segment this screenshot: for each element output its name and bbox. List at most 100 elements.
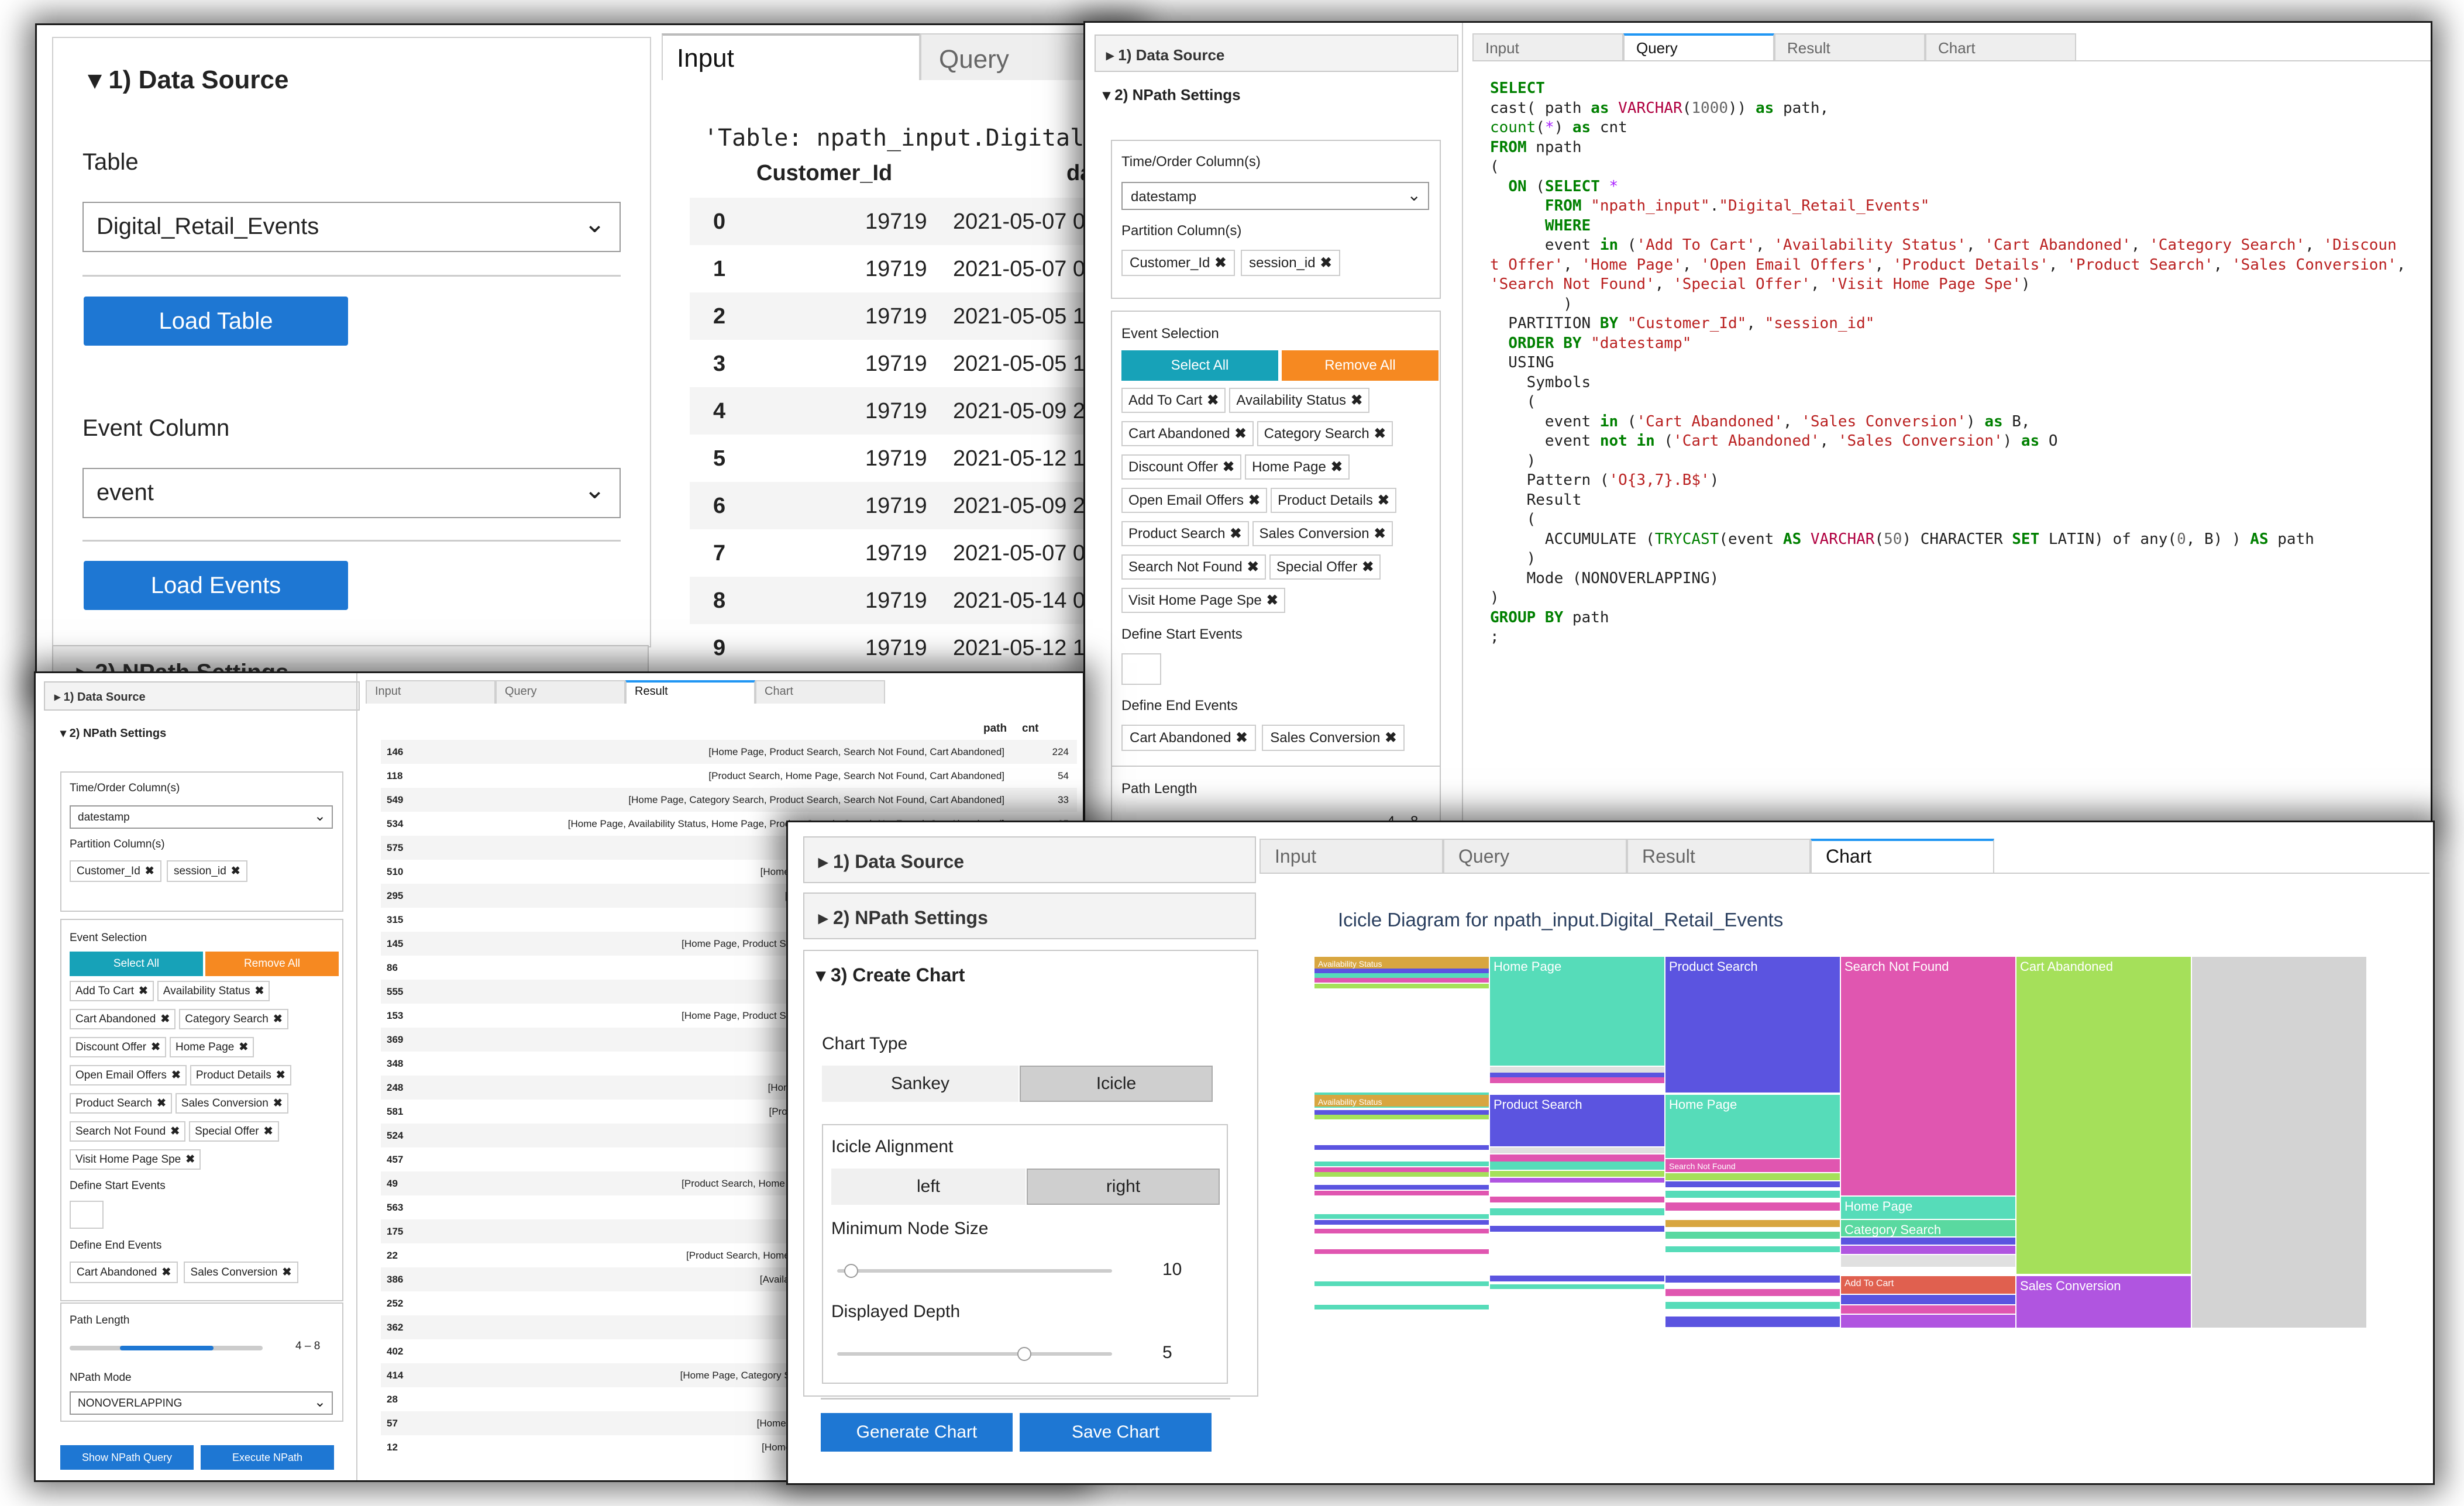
end-event-chip[interactable]: Cart Abandoned ✖ — [70, 1262, 178, 1283]
end-event-chip[interactable]: Sales Conversion ✖ — [1262, 725, 1405, 751]
icicle-node[interactable] — [1314, 1305, 1489, 1309]
icicle-node-home-page[interactable]: Home Page — [1841, 1197, 2015, 1219]
icicle-node-availability-status[interactable]: Availability Status — [1314, 957, 1489, 969]
icicle-node[interactable] — [1490, 1162, 1664, 1170]
tab-input[interactable]: Input — [662, 33, 920, 80]
tab-input[interactable]: Input — [1259, 839, 1443, 873]
npath-settings-header-collapsed[interactable]: ▸ 2) NPath Settings — [803, 892, 1256, 939]
icicle-node[interactable] — [1841, 1238, 2015, 1245]
icicle-node-home-page[interactable]: Home Page — [1490, 957, 1664, 1066]
tab-chart[interactable]: Chart — [755, 680, 885, 704]
icicle-node[interactable] — [1314, 1229, 1489, 1233]
icicle-node[interactable] — [1841, 1315, 2015, 1328]
end-event-chip[interactable]: Sales Conversion ✖ — [183, 1262, 299, 1283]
event-chip[interactable]: Discount Offer ✖ — [70, 1037, 167, 1057]
generate-chart-button[interactable]: Generate Chart — [821, 1413, 1013, 1452]
min-node-size-track[interactable] — [837, 1269, 1112, 1273]
event-chip[interactable]: Home Page ✖ — [1245, 454, 1350, 480]
tab-input[interactable]: Input — [366, 680, 495, 704]
icicle-node[interactable] — [1490, 1178, 1664, 1183]
remove-all-button[interactable]: Remove All — [1282, 350, 1439, 381]
icicle-node[interactable] — [1314, 1191, 1489, 1195]
event-chip[interactable]: Cart Abandoned ✖ — [1121, 421, 1254, 446]
remove-all-button[interactable]: Remove All — [205, 952, 339, 976]
icicle-node-product-search[interactable]: Product Search — [1490, 1095, 1664, 1146]
close-icon[interactable]: ✖ — [276, 1069, 285, 1081]
close-icon[interactable]: ✖ — [1230, 526, 1241, 542]
min-node-size-handle[interactable] — [844, 1264, 858, 1278]
close-icon[interactable]: ✖ — [1236, 730, 1247, 746]
close-icon[interactable]: ✖ — [239, 1041, 248, 1053]
icicle-node[interactable] — [1841, 1305, 2015, 1314]
event-chip[interactable]: Product Search ✖ — [1121, 521, 1249, 546]
event-chip[interactable]: Home Page ✖ — [170, 1037, 254, 1057]
close-icon[interactable]: ✖ — [1247, 559, 1259, 575]
event-chip[interactable]: Visit Home Page Spe ✖ — [1121, 588, 1285, 613]
start-events-input[interactable] — [70, 1201, 104, 1229]
close-icon[interactable]: ✖ — [1234, 426, 1246, 442]
icicle-node[interactable] — [1665, 1173, 1840, 1180]
event-chip[interactable]: Add To Cart ✖ — [1121, 388, 1226, 413]
icicle-node[interactable] — [1841, 1255, 2015, 1267]
icicle-node-category-search[interactable]: Category Search — [1841, 1220, 2015, 1236]
close-icon[interactable]: ✖ — [1362, 559, 1374, 575]
icicle-node[interactable] — [1314, 1110, 1489, 1115]
close-icon[interactable]: ✖ — [1214, 255, 1226, 271]
event-column-select[interactable]: event ⌄ — [82, 468, 621, 518]
close-icon[interactable]: ✖ — [1378, 492, 1389, 508]
icicle-node[interactable] — [1314, 1145, 1489, 1150]
data-source-header-collapsed[interactable]: ▸ 1) Data Source — [1095, 35, 1458, 72]
icicle-node[interactable] — [1665, 1317, 1840, 1327]
icicle-node-home-page[interactable]: Home Page — [1665, 1095, 1840, 1158]
close-icon[interactable]: ✖ — [1385, 730, 1396, 746]
close-icon[interactable]: ✖ — [1374, 426, 1386, 442]
event-chip[interactable]: Search Not Found ✖ — [70, 1121, 186, 1142]
close-icon[interactable]: ✖ — [139, 985, 148, 997]
table-select[interactable]: Digital_Retail_Events ⌄ — [82, 202, 621, 252]
execute-npath-button[interactable]: Execute NPath — [201, 1445, 334, 1470]
icicle-node[interactable] — [1665, 1181, 1840, 1187]
alignment-right[interactable]: right — [1027, 1169, 1220, 1205]
time-order-select[interactable]: datestamp ⌄ — [70, 805, 333, 829]
icicle-node-product-search[interactable]: Product Search — [1665, 957, 1840, 1093]
tab-result[interactable]: Result — [1627, 839, 1811, 873]
partition-chip[interactable]: Customer_Id ✖ — [70, 860, 161, 882]
icicle-node[interactable] — [1314, 1115, 1489, 1119]
close-icon[interactable]: ✖ — [160, 1013, 170, 1025]
data-source-header-collapsed[interactable]: ▸ 1) Data Source — [44, 681, 360, 711]
event-chip[interactable]: Special Offer ✖ — [1269, 554, 1381, 580]
tab-query[interactable]: Query — [495, 680, 625, 704]
close-icon[interactable]: ✖ — [1223, 459, 1234, 475]
icicle-node[interactable] — [1490, 1276, 1664, 1281]
icicle-node[interactable] — [1841, 1295, 2015, 1304]
close-icon[interactable]: ✖ — [264, 1125, 273, 1138]
event-chip[interactable]: Special Offer ✖ — [189, 1121, 279, 1142]
event-chip[interactable]: Category Search ✖ — [179, 1009, 288, 1029]
event-chip[interactable]: Availability Status ✖ — [157, 981, 270, 1001]
create-chart-header[interactable]: ▾ 3) Create Chart — [816, 964, 965, 986]
alignment-left[interactable]: left — [831, 1169, 1025, 1205]
npath-settings-header[interactable]: ▾ 2) NPath Settings — [60, 726, 166, 740]
icicle-node-search-not-found[interactable]: Search Not Found — [1841, 957, 2015, 1195]
icicle-node-add-to-cart[interactable]: Add To Cart — [1841, 1276, 2015, 1294]
close-icon[interactable]: ✖ — [273, 1097, 283, 1109]
tab-input[interactable]: Input — [1472, 33, 1623, 61]
icicle-node[interactable] — [1490, 1077, 1664, 1083]
icicle-node-cart-abandoned[interactable]: Cart Abandoned — [2016, 957, 2191, 1274]
close-icon[interactable]: ✖ — [1374, 526, 1386, 542]
icicle-node[interactable] — [1665, 1202, 1840, 1211]
icicle-node[interactable] — [1314, 1281, 1489, 1286]
tab-query[interactable]: Query — [1623, 33, 1774, 61]
event-chip[interactable]: Cart Abandoned ✖ — [70, 1009, 176, 1029]
icicle-node[interactable] — [1665, 1246, 1840, 1252]
close-icon[interactable]: ✖ — [254, 985, 264, 997]
tab-query[interactable]: Query — [920, 33, 1096, 80]
icicle-root[interactable] — [2192, 957, 2366, 1328]
tab-chart[interactable]: Chart — [1811, 839, 1994, 873]
close-icon[interactable]: ✖ — [185, 1153, 195, 1166]
close-icon[interactable]: ✖ — [170, 1125, 180, 1138]
npath-settings-header[interactable]: ▾ 2) NPath Settings — [1103, 86, 1241, 104]
close-icon[interactable]: ✖ — [273, 1013, 283, 1025]
show-npath-query-button[interactable]: Show NPath Query — [60, 1445, 194, 1470]
tab-result[interactable]: Result — [625, 680, 755, 704]
